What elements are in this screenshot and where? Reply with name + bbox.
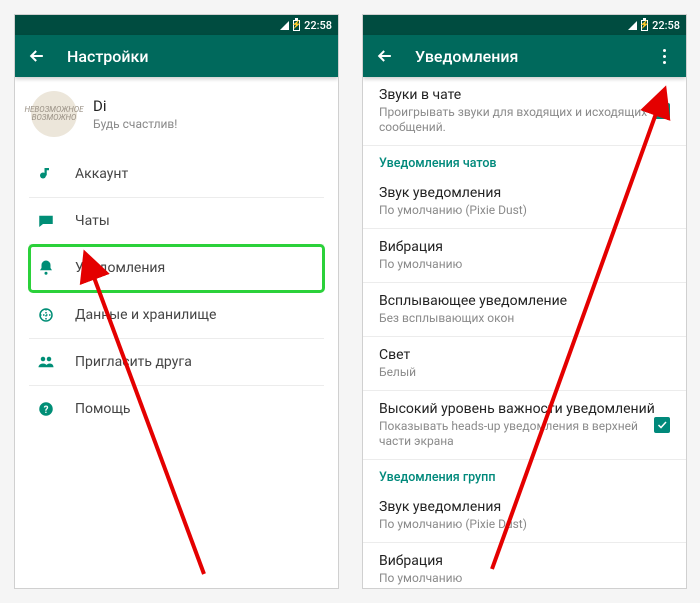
settings-item-account[interactable]: Аккаунт bbox=[29, 151, 324, 198]
settings-item-notifications[interactable]: Уведомления bbox=[29, 245, 324, 292]
row-chat-sounds[interactable]: Звуки в чате Проигрывать звуки для входя… bbox=[363, 77, 686, 146]
row-light[interactable]: Свет Белый bbox=[363, 337, 686, 391]
row-sub: По умолчанию (Pixie Dust) bbox=[379, 517, 670, 532]
row-title: Вибрация bbox=[379, 553, 670, 569]
back-icon[interactable] bbox=[25, 44, 49, 68]
profile-status: Будь счастлив! bbox=[93, 117, 177, 131]
row-sub: По умолчанию bbox=[379, 571, 670, 586]
phone-settings: ⚡ 22:58 Настройки НЕВОЗМОЖНОЕ ВОЗМОЖНО D… bbox=[14, 14, 339, 589]
settings-item-chats[interactable]: Чаты bbox=[29, 198, 324, 245]
settings-item-invite[interactable]: Пригласить друга bbox=[29, 339, 324, 386]
chat-icon bbox=[35, 210, 57, 232]
row-sub: Проигрывать звуки для входящих и исходящ… bbox=[379, 105, 670, 135]
row-title: Вибрация bbox=[379, 239, 670, 255]
row-sub: По умолчанию bbox=[379, 257, 670, 272]
settings-item-label: Уведомления bbox=[75, 260, 165, 276]
row-title: Высокий уровень важности уведомлений bbox=[379, 401, 670, 417]
profile-name: Di bbox=[93, 97, 177, 115]
settings-item-data[interactable]: Данные и хранилище bbox=[29, 292, 324, 339]
svg-text:?: ? bbox=[44, 405, 49, 416]
status-time: 22:58 bbox=[304, 19, 332, 32]
toolbar-title: Настройки bbox=[67, 47, 328, 66]
data-icon bbox=[35, 304, 57, 326]
settings-item-label: Чаты bbox=[75, 213, 110, 229]
people-icon bbox=[35, 351, 57, 373]
toolbar-title: Уведомления bbox=[415, 47, 634, 66]
bell-icon bbox=[35, 257, 57, 279]
status-time: 22:58 bbox=[652, 19, 680, 32]
settings-item-label: Помощь bbox=[75, 401, 131, 417]
settings-item-label: Пригласить друга bbox=[75, 354, 192, 370]
avatar: НЕВОЗМОЖНОЕ ВОЗМОЖНО bbox=[31, 91, 77, 137]
row-title: Звук уведомления bbox=[379, 499, 670, 515]
checkbox-icon[interactable] bbox=[654, 417, 670, 433]
row-sub: Без всплывающих окон bbox=[379, 311, 670, 326]
toolbar: Настройки bbox=[15, 35, 338, 77]
signal-icon bbox=[280, 21, 289, 30]
phone-notifications: ⚡ 22:58 Уведомления Звуки в чате Проигры… bbox=[362, 14, 687, 589]
toolbar: Уведомления bbox=[363, 35, 686, 77]
status-bar: ⚡ 22:58 bbox=[363, 15, 686, 35]
checkbox-icon[interactable] bbox=[654, 103, 670, 119]
row-title: Звуки в чате bbox=[379, 87, 670, 103]
row-sub: Белый bbox=[379, 365, 670, 380]
row-high-priority[interactable]: Высокий уровень важности уведомлений Пок… bbox=[363, 391, 686, 460]
row-notification-sound[interactable]: Звук уведомления По умолчанию (Pixie Dus… bbox=[363, 175, 686, 229]
row-vibration[interactable]: Вибрация По умолчанию bbox=[363, 229, 686, 283]
signal-icon bbox=[628, 21, 637, 30]
row-title: Свет bbox=[379, 347, 670, 363]
section-chat-notifications: Уведомления чатов bbox=[363, 146, 686, 175]
settings-item-label: Данные и хранилище bbox=[75, 307, 216, 323]
settings-list: Аккаунт Чаты Уведомления Данные и хранил… bbox=[15, 151, 338, 432]
row-sub: По умолчанию (Pixie Dust) bbox=[379, 203, 670, 218]
row-group-vibration[interactable]: Вибрация По умолчанию bbox=[363, 543, 686, 588]
back-icon[interactable] bbox=[373, 44, 397, 68]
key-icon bbox=[35, 163, 57, 185]
battery-icon: ⚡ bbox=[641, 20, 648, 31]
battery-icon: ⚡ bbox=[293, 20, 300, 31]
row-group-sound[interactable]: Звук уведомления По умолчанию (Pixie Dus… bbox=[363, 489, 686, 543]
help-icon: ? bbox=[35, 398, 57, 420]
overflow-icon[interactable] bbox=[652, 44, 676, 68]
row-title: Всплывающее уведомление bbox=[379, 293, 670, 309]
section-group-notifications: Уведомления групп bbox=[363, 460, 686, 489]
settings-item-label: Аккаунт bbox=[75, 166, 128, 182]
row-sub: Показывать heads-up уведомления в верхне… bbox=[379, 419, 670, 449]
profile-row[interactable]: НЕВОЗМОЖНОЕ ВОЗМОЖНО Di Будь счастлив! bbox=[15, 77, 338, 151]
row-popup[interactable]: Всплывающее уведомление Без всплывающих … bbox=[363, 283, 686, 337]
settings-item-help[interactable]: ? Помощь bbox=[29, 386, 324, 432]
status-bar: ⚡ 22:58 bbox=[15, 15, 338, 35]
row-title: Звук уведомления bbox=[379, 185, 670, 201]
notifications-list: Звуки в чате Проигрывать звуки для входя… bbox=[363, 77, 686, 588]
